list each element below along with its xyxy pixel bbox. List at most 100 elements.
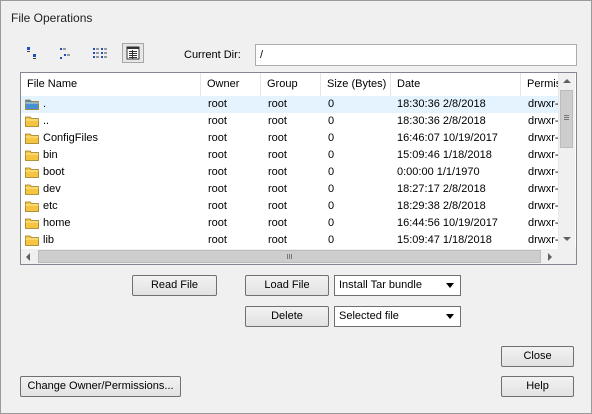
file-name-cell: bin [43, 149, 58, 161]
large-icons-view-icon [27, 47, 36, 59]
permissions-cell: drwxr-x [528, 166, 558, 178]
window-title: File Operations [11, 11, 93, 25]
read-file-button[interactable]: Read File [132, 275, 217, 296]
size-cell: 0 [328, 217, 335, 229]
owner-cell: root [208, 166, 227, 178]
help-button[interactable]: Help [501, 376, 574, 397]
file-operations-dialog: File Operations Current Dir: / File Name… [0, 0, 592, 414]
table-row[interactable]: .. root root 0 18:30:36 2/8/2018 drwxr-x [21, 113, 558, 130]
size-cell: 0 [328, 132, 335, 144]
column-header-group[interactable]: Group [261, 73, 321, 96]
column-header-date[interactable]: Date [391, 73, 521, 96]
date-cell: 15:09:47 1/18/2018 [397, 234, 492, 246]
group-cell: root [268, 200, 287, 212]
scroll-down-icon[interactable] [563, 236, 571, 242]
horizontal-scrollbar[interactable] [21, 249, 558, 264]
list-view-button[interactable] [89, 43, 111, 63]
folder-icon [25, 99, 39, 110]
date-cell: 16:44:56 10/19/2017 [397, 217, 498, 229]
scroll-right-icon[interactable] [547, 253, 553, 261]
table-row[interactable]: home root root 0 16:44:56 10/19/2017 drwxr-x [21, 215, 558, 232]
file-name-cell: boot [43, 166, 65, 178]
table-row[interactable]: boot root root 0 0:00:00 1/1/1970 drwxr-x [21, 164, 558, 181]
size-cell: 0 [328, 115, 335, 127]
table-row[interactable]: dev root root 0 18:27:17 2/8/2018 drwxr-x [21, 181, 558, 198]
table-row[interactable]: ConfigFiles root root 0 16:46:07 10/19/2017 d… [21, 130, 558, 147]
horizontal-scroll-thumb[interactable] [38, 250, 541, 263]
vertical-scrollbar[interactable] [558, 73, 575, 247]
permissions-cell: drwxr-x [528, 149, 558, 161]
delete-button[interactable]: Delete [245, 306, 329, 327]
load-file-button[interactable]: Load File [245, 275, 329, 296]
file-name-cell: etc [43, 200, 58, 212]
group-cell: root [268, 234, 287, 246]
vertical-scroll-thumb[interactable] [560, 90, 573, 148]
table-row[interactable]: etc root root 0 18:29:38 2/8/2018 drwxr-x [21, 198, 558, 215]
group-cell: root [268, 217, 287, 229]
current-dir-input[interactable] [255, 44, 577, 66]
table-row[interactable]: . root root 0 18:30:36 2/8/2018 drwxr-x [21, 96, 558, 113]
permissions-cell: drwxr-x [528, 200, 558, 212]
column-header-owner[interactable]: Owner [201, 73, 261, 96]
date-cell: 18:30:36 2/8/2018 [397, 98, 486, 110]
folder-icon [25, 133, 39, 144]
group-cell: root [268, 149, 287, 161]
folder-icon [25, 150, 39, 161]
folder-icon [25, 116, 39, 127]
table-row[interactable]: bin root root 0 15:09:46 1/18/2018 drwxr-x [21, 147, 558, 164]
group-cell: root [268, 166, 287, 178]
date-cell: 18:27:17 2/8/2018 [397, 183, 486, 195]
owner-cell: root [208, 234, 227, 246]
size-cell: 0 [328, 234, 335, 246]
file-name-cell: home [43, 217, 71, 229]
group-cell: root [268, 183, 287, 195]
column-header-file-name[interactable]: File Name [21, 73, 201, 96]
details-view-icon [126, 46, 140, 60]
file-name-cell: dev [43, 183, 61, 195]
owner-cell: root [208, 98, 227, 110]
table-row[interactable]: lib root root 0 15:09:47 1/18/2018 drwxr-x [21, 232, 558, 249]
file-list-rows: . root root 0 18:30:36 2/8/2018 drwxr-x.. root… [21, 96, 558, 249]
column-header-size[interactable]: Size (Bytes) [321, 73, 391, 96]
size-cell: 0 [328, 183, 335, 195]
size-cell: 0 [328, 98, 335, 110]
small-icons-view-button[interactable] [54, 43, 76, 63]
close-button[interactable]: Close [501, 346, 574, 367]
delete-target-value: Selected file [339, 310, 399, 322]
file-name-cell: . [43, 98, 47, 110]
date-cell: 0:00:00 1/1/1970 [397, 166, 480, 178]
details-view-button[interactable] [122, 43, 144, 63]
permissions-cell: drwxr-x [528, 98, 558, 110]
small-icons-view-icon [60, 48, 70, 59]
size-cell: 0 [328, 200, 335, 212]
scroll-up-icon[interactable] [563, 78, 571, 84]
group-cell: root [268, 115, 287, 127]
chevron-down-icon [446, 283, 454, 288]
file-name-cell: .. [43, 115, 50, 127]
owner-cell: root [208, 132, 227, 144]
group-cell: root [268, 98, 287, 110]
owner-cell: root [208, 200, 227, 212]
permissions-cell: drwxr-x [528, 115, 558, 127]
permissions-cell: drwxr-x [528, 132, 558, 144]
owner-cell: root [208, 217, 227, 229]
delete-target-dropdown[interactable]: Selected file [334, 306, 461, 327]
date-cell: 18:30:36 2/8/2018 [397, 115, 486, 127]
date-cell: 16:46:07 10/19/2017 [397, 132, 498, 144]
chevron-down-icon [446, 314, 454, 319]
column-header-permissions[interactable]: Permis [521, 73, 558, 96]
list-view-icon [93, 48, 107, 58]
folder-icon [25, 235, 39, 246]
file-name-cell: ConfigFiles [43, 132, 99, 144]
change-owner-permissions-button[interactable]: Change Owner/Permissions... [20, 376, 181, 397]
load-type-dropdown[interactable]: Install Tar bundle [334, 275, 461, 296]
owner-cell: root [208, 149, 227, 161]
size-cell: 0 [328, 149, 335, 161]
permissions-cell: drwxr-x [528, 234, 558, 246]
file-list[interactable]: File Name Owner Group Size (Bytes) Date … [20, 72, 577, 265]
scroll-left-icon[interactable] [25, 253, 31, 261]
large-icons-view-button[interactable] [21, 43, 43, 63]
load-type-value: Install Tar bundle [339, 279, 422, 291]
file-name-cell: lib [43, 234, 55, 246]
owner-cell: root [208, 183, 227, 195]
